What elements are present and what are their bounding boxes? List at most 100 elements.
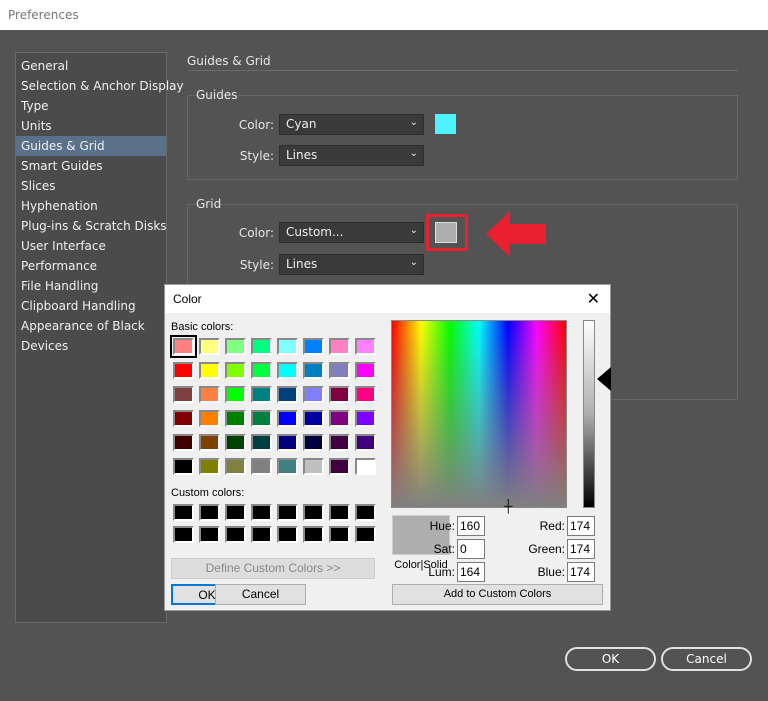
custom-color-swatch[interactable] bbox=[251, 504, 272, 521]
basic-color-swatch[interactable] bbox=[199, 458, 220, 475]
hue-field[interactable]: 160 bbox=[457, 516, 485, 536]
custom-color-swatch[interactable] bbox=[277, 504, 298, 521]
red-field[interactable]: 174 bbox=[567, 516, 595, 536]
sidebar-item[interactable]: Slices bbox=[16, 176, 166, 196]
sidebar-item[interactable]: Guides & Grid bbox=[16, 136, 166, 156]
lum-field[interactable]: 164 bbox=[457, 562, 485, 582]
basic-color-swatch[interactable] bbox=[277, 386, 298, 403]
basic-color-swatch[interactable] bbox=[303, 458, 324, 475]
blue-field[interactable]: 174 bbox=[567, 562, 595, 582]
basic-color-swatch[interactable] bbox=[303, 410, 324, 427]
grid-color-swatch[interactable] bbox=[435, 222, 457, 243]
basic-color-swatch[interactable] bbox=[173, 410, 194, 427]
dialog-cancel-button[interactable]: Cancel bbox=[215, 584, 306, 605]
close-icon[interactable]: ✕ bbox=[587, 289, 600, 309]
sidebar-item[interactable]: Selection & Anchor Display bbox=[16, 76, 184, 96]
custom-color-swatch[interactable] bbox=[277, 526, 298, 543]
basic-color-swatch[interactable] bbox=[225, 362, 246, 379]
basic-color-swatch[interactable] bbox=[303, 362, 324, 379]
custom-color-swatch[interactable] bbox=[251, 526, 272, 543]
basic-color-swatch[interactable] bbox=[251, 410, 272, 427]
basic-color-swatch[interactable] bbox=[225, 410, 246, 427]
basic-color-swatch[interactable] bbox=[251, 458, 272, 475]
custom-color-swatch[interactable] bbox=[199, 504, 220, 521]
basic-color-swatch[interactable] bbox=[170, 335, 197, 358]
basic-color-swatch[interactable] bbox=[225, 386, 246, 403]
basic-color-swatch[interactable] bbox=[355, 434, 376, 451]
custom-color-swatch[interactable] bbox=[199, 526, 220, 543]
custom-color-swatch[interactable] bbox=[303, 526, 324, 543]
green-field[interactable]: 174 bbox=[567, 539, 595, 559]
add-to-custom-colors-button[interactable]: Add to Custom Colors bbox=[392, 584, 603, 605]
sat-field[interactable]: 0 bbox=[457, 539, 485, 559]
basic-color-swatch[interactable] bbox=[251, 338, 272, 355]
sidebar-item[interactable]: Type bbox=[16, 96, 166, 116]
custom-color-swatch[interactable] bbox=[329, 504, 350, 521]
basic-color-swatch[interactable] bbox=[355, 362, 376, 379]
basic-color-swatch[interactable] bbox=[277, 434, 298, 451]
basic-color-swatch[interactable] bbox=[329, 338, 350, 355]
grid-color-select[interactable]: Custom... ⌄ bbox=[279, 222, 424, 243]
guides-style-select[interactable]: Lines ⌄ bbox=[279, 145, 424, 166]
custom-color-swatch[interactable] bbox=[355, 526, 376, 543]
custom-color-swatch[interactable] bbox=[355, 504, 376, 521]
sidebar-item[interactable]: Smart Guides bbox=[16, 156, 166, 176]
color-spectrum[interactable]: ┼ bbox=[391, 320, 567, 513]
custom-color-swatch[interactable] bbox=[225, 526, 246, 543]
ok-button[interactable]: OK bbox=[565, 647, 656, 671]
guides-color-swatch[interactable] bbox=[435, 114, 456, 134]
custom-color-swatch[interactable] bbox=[173, 504, 194, 521]
luminance-bar[interactable] bbox=[583, 320, 595, 508]
basic-color-swatch[interactable] bbox=[329, 386, 350, 403]
sidebar-item[interactable]: File Handling bbox=[16, 276, 166, 296]
basic-color-swatch[interactable] bbox=[225, 338, 246, 355]
basic-color-swatch[interactable] bbox=[199, 362, 220, 379]
basic-color-swatch[interactable] bbox=[303, 338, 324, 355]
define-custom-colors-button[interactable]: Define Custom Colors >> bbox=[171, 558, 375, 579]
basic-color-swatch[interactable] bbox=[329, 434, 350, 451]
basic-color-swatch[interactable] bbox=[355, 338, 376, 355]
sidebar-item[interactable]: Clipboard Handling bbox=[16, 296, 166, 316]
sidebar-item[interactable]: Appearance of Black bbox=[16, 316, 166, 336]
guides-color-select[interactable]: Cyan ⌄ bbox=[279, 114, 424, 135]
sidebar-item[interactable]: Devices bbox=[16, 336, 166, 356]
basic-color-swatch[interactable] bbox=[355, 410, 376, 427]
basic-color-swatch[interactable] bbox=[173, 362, 194, 379]
basic-color-swatch[interactable] bbox=[277, 410, 298, 427]
basic-color-swatch[interactable] bbox=[277, 458, 298, 475]
custom-color-swatch[interactable] bbox=[303, 504, 324, 521]
basic-color-swatch[interactable] bbox=[199, 410, 220, 427]
basic-color-swatch[interactable] bbox=[251, 434, 272, 451]
basic-color-swatch[interactable] bbox=[303, 386, 324, 403]
custom-color-swatch[interactable] bbox=[329, 526, 350, 543]
sidebar-item[interactable]: General bbox=[16, 56, 166, 76]
basic-color-swatch[interactable] bbox=[225, 458, 246, 475]
luminance-slider-arrow-icon[interactable] bbox=[597, 367, 611, 391]
sidebar-item[interactable]: Performance bbox=[16, 256, 166, 276]
grid-style-select[interactable]: Lines ⌄ bbox=[279, 254, 424, 275]
basic-color-swatch[interactable] bbox=[355, 386, 376, 403]
custom-color-swatch[interactable] bbox=[173, 526, 194, 543]
basic-color-swatch[interactable] bbox=[225, 434, 246, 451]
basic-color-swatch[interactable] bbox=[173, 434, 194, 451]
sidebar-item[interactable]: Hyphenation bbox=[16, 196, 166, 216]
basic-color-swatch[interactable] bbox=[329, 410, 350, 427]
basic-color-swatch[interactable] bbox=[199, 386, 220, 403]
sidebar-item[interactable]: User Interface bbox=[16, 236, 166, 256]
basic-color-swatch[interactable] bbox=[277, 338, 298, 355]
basic-color-swatch[interactable] bbox=[199, 338, 220, 355]
basic-color-swatch[interactable] bbox=[251, 386, 272, 403]
basic-color-swatch[interactable] bbox=[303, 434, 324, 451]
basic-color-swatch[interactable] bbox=[277, 362, 298, 379]
sidebar-item[interactable]: Plug-ins & Scratch Disks bbox=[16, 216, 167, 236]
basic-color-swatch[interactable] bbox=[173, 386, 194, 403]
sidebar-item[interactable]: Units bbox=[16, 116, 166, 136]
basic-color-swatch[interactable] bbox=[199, 434, 220, 451]
basic-color-swatch[interactable] bbox=[329, 362, 350, 379]
basic-color-swatch[interactable] bbox=[251, 362, 272, 379]
basic-color-swatch[interactable] bbox=[329, 458, 350, 475]
custom-color-swatch[interactable] bbox=[225, 504, 246, 521]
basic-color-swatch[interactable] bbox=[355, 458, 376, 475]
cancel-button[interactable]: Cancel bbox=[661, 647, 752, 671]
basic-color-swatch[interactable] bbox=[173, 458, 194, 475]
